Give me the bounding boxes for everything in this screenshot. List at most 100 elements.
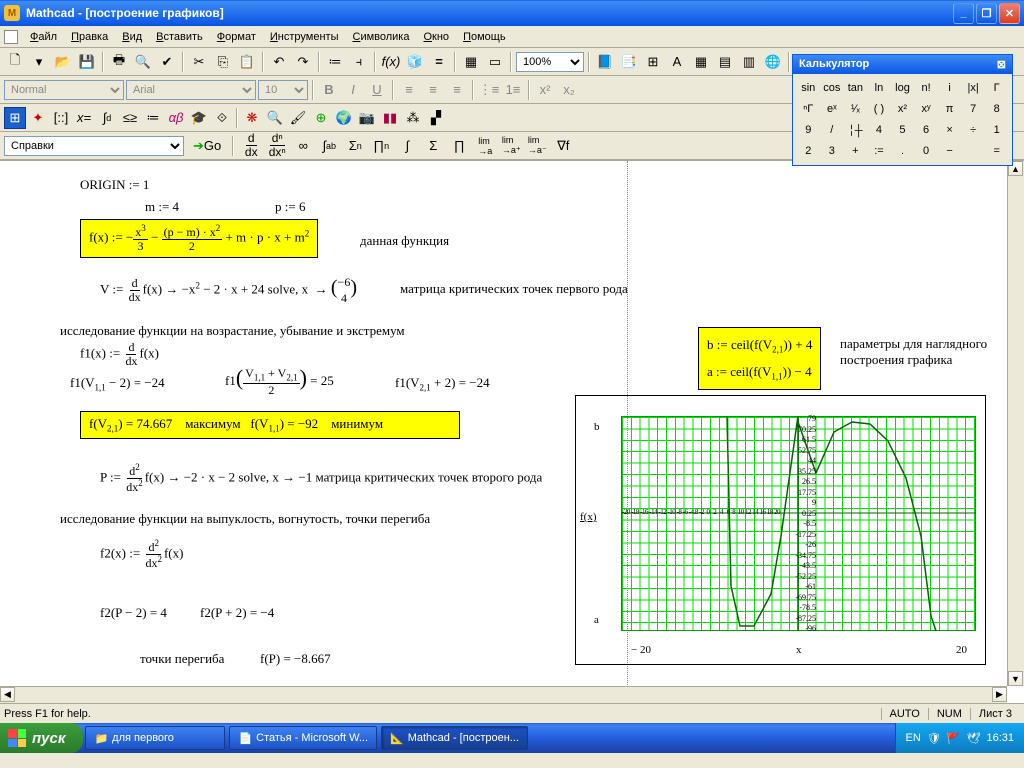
calc-key[interactable] [962,141,985,161]
prodrange-icon[interactable]: ∏n [370,135,392,157]
p-def[interactable]: p := 6 [275,199,305,215]
calc-key[interactable]: n! [915,78,938,98]
f2-plus[interactable]: f2(P + 2) = −4 [200,605,274,621]
go-button[interactable]: ➔ Go [188,135,226,157]
unit-icon[interactable]: 🧊 [404,51,426,73]
tray-shield-icon[interactable]: 🛡 [927,732,941,745]
calc-key[interactable]: × [938,120,961,140]
greek-palette-icon[interactable]: αβ [165,107,187,129]
calc-key[interactable]: ÷ [962,120,985,140]
bold-icon[interactable]: B [318,79,340,101]
symbolic-palette-icon[interactable]: 🎓 [188,107,210,129]
calc-key[interactable]: / [821,120,844,140]
maximize-button[interactable]: ❐ [976,3,997,24]
3d-icon[interactable]: ▞ [425,107,447,129]
new-icon[interactable]: 🗋 [4,51,26,73]
graph-palette-icon[interactable]: ✦ [27,107,49,129]
matrix-palette-icon[interactable]: [::] [50,107,72,129]
book-icon[interactable]: 📘 [594,51,616,73]
calc-key[interactable]: 4 [868,120,891,140]
preview-icon[interactable]: 🔍 [132,51,154,73]
lim-right-icon[interactable]: lim→a⁺ [500,135,522,157]
calc-key[interactable]: ln [868,78,891,98]
f1-mid[interactable]: f1(V1,1 + V2,12) = 25 [225,365,334,397]
f1-def[interactable]: f1(x) := ddxf(x) [80,341,159,368]
programming-palette-icon[interactable]: ≔ [142,107,164,129]
tray-lang[interactable]: EN [906,732,921,744]
save-icon[interactable]: 💾 [76,51,98,73]
reference-combo[interactable]: Справки [4,136,184,156]
scroll-down-icon[interactable]: ▼ [1008,671,1023,686]
xy-plot[interactable]: b a f(x) − 20 20 x 7970.2561.552.754435.… [575,395,986,665]
f1-v1[interactable]: f1(V1,1 − 2) = −24 [70,375,165,393]
calc-key[interactable]: xʸ [915,99,938,119]
calc-key[interactable]: cos [821,78,844,98]
font-combo[interactable]: Arial [126,80,256,100]
lim-icon[interactable]: lim→a [474,135,496,157]
menu-format[interactable]: Формат [211,29,262,45]
indef-int-icon[interactable]: ∫ [396,135,418,157]
gradient-icon[interactable]: ∇f [552,135,574,157]
calc-key[interactable]: 1 [985,120,1008,140]
calc-key[interactable]: Γ [985,78,1008,98]
minimize-button[interactable]: _ [953,3,974,24]
equals-icon[interactable]: = [428,51,450,73]
eval-palette-icon[interactable]: x= [73,107,95,129]
calc-key[interactable]: 3 [821,141,844,161]
menu-insert[interactable]: Вставить [150,29,209,45]
menu-tools[interactable]: Инструменты [264,29,345,45]
task-word[interactable]: 📄Статья - Microsoft W... [229,726,377,750]
bar-icon[interactable]: ▮▮ [379,107,401,129]
calc-key[interactable]: tan [844,78,867,98]
db-icon[interactable]: ▤ [714,51,736,73]
calc-key[interactable]: |x| [962,78,985,98]
menu-window[interactable]: Окно [417,29,455,45]
zoom-icon[interactable]: 🔍 [264,107,286,129]
origin-def[interactable]: ORIGIN := 1 [80,177,149,193]
menu-file[interactable]: Файл [24,29,63,45]
scroll-left-icon[interactable]: ◀ [0,687,15,702]
fx-icon[interactable]: f(x) [380,51,402,73]
align2-icon[interactable]: ⫞ [348,51,370,73]
P-def[interactable]: P := d2dx2f(x) → −2 · x − 2 solve, x → −… [100,463,542,494]
calc-key[interactable]: ¹⁄ₓ [844,99,867,119]
task-mathcad[interactable]: 📐Mathcad - [построен... [381,726,528,750]
tray-volume-icon[interactable]: 🕊 [967,732,981,745]
calc-key[interactable]: 5 [891,120,914,140]
calc-key[interactable]: 9 [797,120,820,140]
align-left-icon[interactable]: ≡ [398,79,420,101]
undo-icon[interactable]: ↶ [268,51,290,73]
ab-params[interactable]: b := ceil(f(V2,1)) + 4 a := ceil(f(V1,1)… [698,327,821,390]
calc-key[interactable]: − [938,141,961,161]
menu-view[interactable]: Вид [116,29,148,45]
run-icon[interactable]: ▭ [484,51,506,73]
spellcheck-icon[interactable]: ✔ [156,51,178,73]
m-def[interactable]: m := 4 [145,199,179,215]
f2-minus[interactable]: f2(P − 2) = 4 [100,605,167,621]
open-icon[interactable]: 📂 [52,51,74,73]
menu-symbolics[interactable]: Символика [346,29,415,45]
calc-key[interactable]: eˣ [821,99,844,119]
deriv-icon[interactable]: ddx [240,135,262,157]
calculator-palette-icon[interactable]: ⊞ [4,107,26,129]
redo-icon[interactable]: ↷ [292,51,314,73]
horizontal-scrollbar[interactable]: ◀ ▶ [0,686,1007,703]
align-center-icon[interactable]: ≡ [422,79,444,101]
underline-icon[interactable]: U [366,79,388,101]
calc-key[interactable]: ( ) [868,99,891,119]
crosshair-icon[interactable]: ⊕ [310,107,332,129]
calc-key[interactable]: π [938,99,961,119]
screenshot-icon[interactable]: 📷 [356,107,378,129]
bullets-icon[interactable]: ⋮≡ [478,79,500,101]
menu-help[interactable]: Помощь [457,29,512,45]
calc-key[interactable]: + [844,141,867,161]
calc-key[interactable]: x² [891,99,914,119]
func-list-icon[interactable]: 📑 [618,51,640,73]
fx-def[interactable]: f(x) := −x33 − (p − m) · x22 + m · p · x… [80,219,318,258]
a-icon[interactable]: A [666,51,688,73]
fontsize-combo[interactable]: 10 [258,80,308,100]
nderiv-icon[interactable]: dⁿdxⁿ [266,135,288,157]
insert-matrix-icon[interactable]: ⊞ [642,51,664,73]
calc-key[interactable]: log [891,78,914,98]
calculator-palette[interactable]: Калькулятор ⊠ sincostanlnlogn!i|x|ΓⁿΓeˣ¹… [792,54,1013,166]
